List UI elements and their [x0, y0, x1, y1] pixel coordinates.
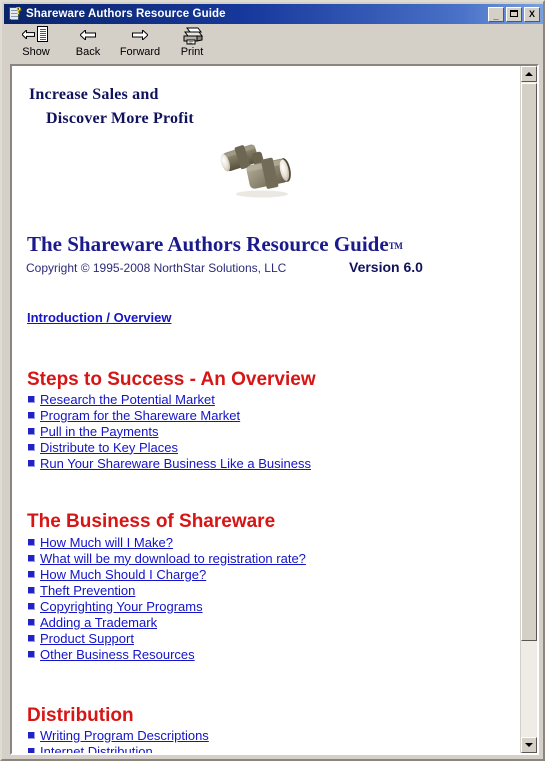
list-item[interactable]: Run Your Shareware Business Like a Busin…: [12, 455, 311, 471]
list-item[interactable]: Theft Prevention: [12, 582, 306, 598]
toolbar: Show Back Forward Print: [4, 24, 543, 61]
link-pull-in-the-payments[interactable]: Pull in the Payments: [40, 424, 159, 439]
square-bullet-icon: [28, 554, 35, 562]
link-internet-distribution[interactable]: Internet Distribution: [40, 744, 153, 754]
scroll-down-button[interactable]: [521, 737, 537, 753]
copyright-notice: Copyright © 1995-2008 NorthStar Solution…: [26, 261, 287, 275]
forward-label: Forward: [119, 46, 161, 58]
link-how-much-should-i-charge[interactable]: How Much Should I Charge?: [40, 567, 206, 582]
link-research-the-potential-market[interactable]: Research the Potential Market: [40, 392, 215, 407]
square-bullet-icon: [28, 538, 35, 546]
content-pane: Increase Sales and Discover More Profit: [10, 64, 539, 755]
list-item[interactable]: Distribute to Key Places: [12, 439, 311, 455]
arrow-left-icon: [73, 25, 103, 45]
list-item[interactable]: Product Support: [12, 630, 306, 646]
list-item[interactable]: Pull in the Payments: [12, 423, 311, 439]
tagline: Increase Sales and Discover More Profit: [29, 83, 194, 131]
window-controls: _ X: [488, 6, 541, 22]
square-bullet-icon: [28, 570, 35, 578]
binoculars-image: [218, 138, 304, 198]
show-pane-icon: [21, 25, 51, 45]
printer-icon: [177, 25, 207, 45]
link-theft-prevention[interactable]: Theft Prevention: [40, 583, 135, 598]
minimize-icon: _: [493, 10, 499, 21]
link-list: Writing Program Descriptions Internet Di…: [12, 727, 209, 753]
title-bar[interactable]: ? Shareware Authors Resource Guide _ X: [4, 4, 543, 24]
tagline-line-1: Increase Sales and: [29, 86, 159, 103]
close-icon: X: [528, 8, 535, 19]
square-bullet-icon: [28, 395, 35, 403]
list-item[interactable]: Research the Potential Market: [12, 391, 311, 407]
vertical-scrollbar[interactable]: [520, 66, 537, 753]
list-item[interactable]: Copyrighting Your Programs: [12, 598, 306, 614]
square-bullet-icon: [28, 650, 35, 658]
show-label: Show: [22, 46, 50, 58]
link-introduction-overview[interactable]: Introduction / Overview: [27, 310, 171, 326]
arrow-right-icon: [125, 25, 155, 45]
close-button[interactable]: X: [524, 6, 540, 22]
section-heading: The Business of Shareware: [27, 511, 276, 532]
link-list: How Much will I Make? What will be my do…: [12, 534, 306, 662]
square-bullet-icon: [28, 602, 35, 610]
list-item[interactable]: Other Business Resources: [12, 646, 306, 662]
link-run-your-shareware-business-like-a-business[interactable]: Run Your Shareware Business Like a Busin…: [40, 456, 311, 471]
link-other-business-resources[interactable]: Other Business Resources: [40, 647, 195, 662]
link-distribute-to-key-places[interactable]: Distribute to Key Places: [40, 440, 178, 455]
version-label: Version 6.0: [349, 259, 423, 275]
scroll-up-arrow-icon: [525, 72, 533, 76]
page-title: The Shareware Authors Resource GuideTM: [27, 232, 403, 258]
print-label: Print: [180, 46, 204, 58]
section-heading: Distribution: [27, 705, 134, 726]
scroll-up-button[interactable]: [521, 66, 537, 82]
back-button[interactable]: Back: [62, 24, 114, 60]
list-item[interactable]: What will be my download to registration…: [12, 550, 306, 566]
list-item[interactable]: Adding a Trademark: [12, 614, 306, 630]
link-product-support[interactable]: Product Support: [40, 631, 134, 646]
square-bullet-icon: [28, 443, 35, 451]
list-item[interactable]: How Much Should I Charge?: [12, 566, 306, 582]
list-item[interactable]: How Much will I Make?: [12, 534, 306, 550]
maximize-button[interactable]: [506, 6, 522, 22]
link-program-for-the-shareware-market[interactable]: Program for the Shareware Market: [40, 408, 240, 423]
square-bullet-icon: [28, 618, 35, 626]
window-title: Shareware Authors Resource Guide: [26, 8, 226, 20]
tagline-line-2: Discover More Profit: [46, 110, 194, 127]
section-heading: Steps to Success - An Overview: [27, 369, 316, 390]
link-adding-a-trademark[interactable]: Adding a Trademark: [40, 615, 157, 630]
square-bullet-icon: [28, 459, 35, 467]
link-copyrighting-your-programs[interactable]: Copyrighting Your Programs: [40, 599, 203, 614]
minimize-button[interactable]: _: [488, 6, 504, 22]
help-document: Increase Sales and Discover More Profit: [12, 66, 520, 753]
help-document-icon: ?: [7, 6, 23, 22]
square-bullet-icon: [28, 427, 35, 435]
link-writing-program-descriptions[interactable]: Writing Program Descriptions: [40, 728, 209, 743]
page-title-text: The Shareware Authors Resource Guide: [27, 232, 389, 256]
link-download-to-registration-rate[interactable]: What will be my download to registration…: [40, 551, 306, 566]
forward-button[interactable]: Forward: [114, 24, 166, 60]
print-button[interactable]: Print: [166, 24, 218, 60]
list-item[interactable]: Internet Distribution: [12, 743, 209, 753]
square-bullet-icon: [28, 634, 35, 642]
square-bullet-icon: [28, 411, 35, 419]
help-viewer-window: ? Shareware Authors Resource Guide _ X S…: [0, 0, 545, 761]
square-bullet-icon: [28, 731, 35, 739]
link-how-much-will-i-make[interactable]: How Much will I Make?: [40, 535, 173, 550]
square-bullet-icon: [28, 586, 35, 594]
maximize-icon: [510, 9, 518, 17]
scroll-down-arrow-icon: [525, 743, 533, 747]
link-list: Research the Potential Market Program fo…: [12, 391, 311, 471]
trademark-mark: TM: [388, 241, 403, 251]
show-button[interactable]: Show: [10, 24, 62, 60]
back-label: Back: [75, 46, 101, 58]
list-item[interactable]: Program for the Shareware Market: [12, 407, 311, 423]
scrollbar-thumb[interactable]: [521, 83, 537, 641]
square-bullet-icon: [28, 747, 35, 753]
list-item[interactable]: Writing Program Descriptions: [12, 727, 209, 743]
